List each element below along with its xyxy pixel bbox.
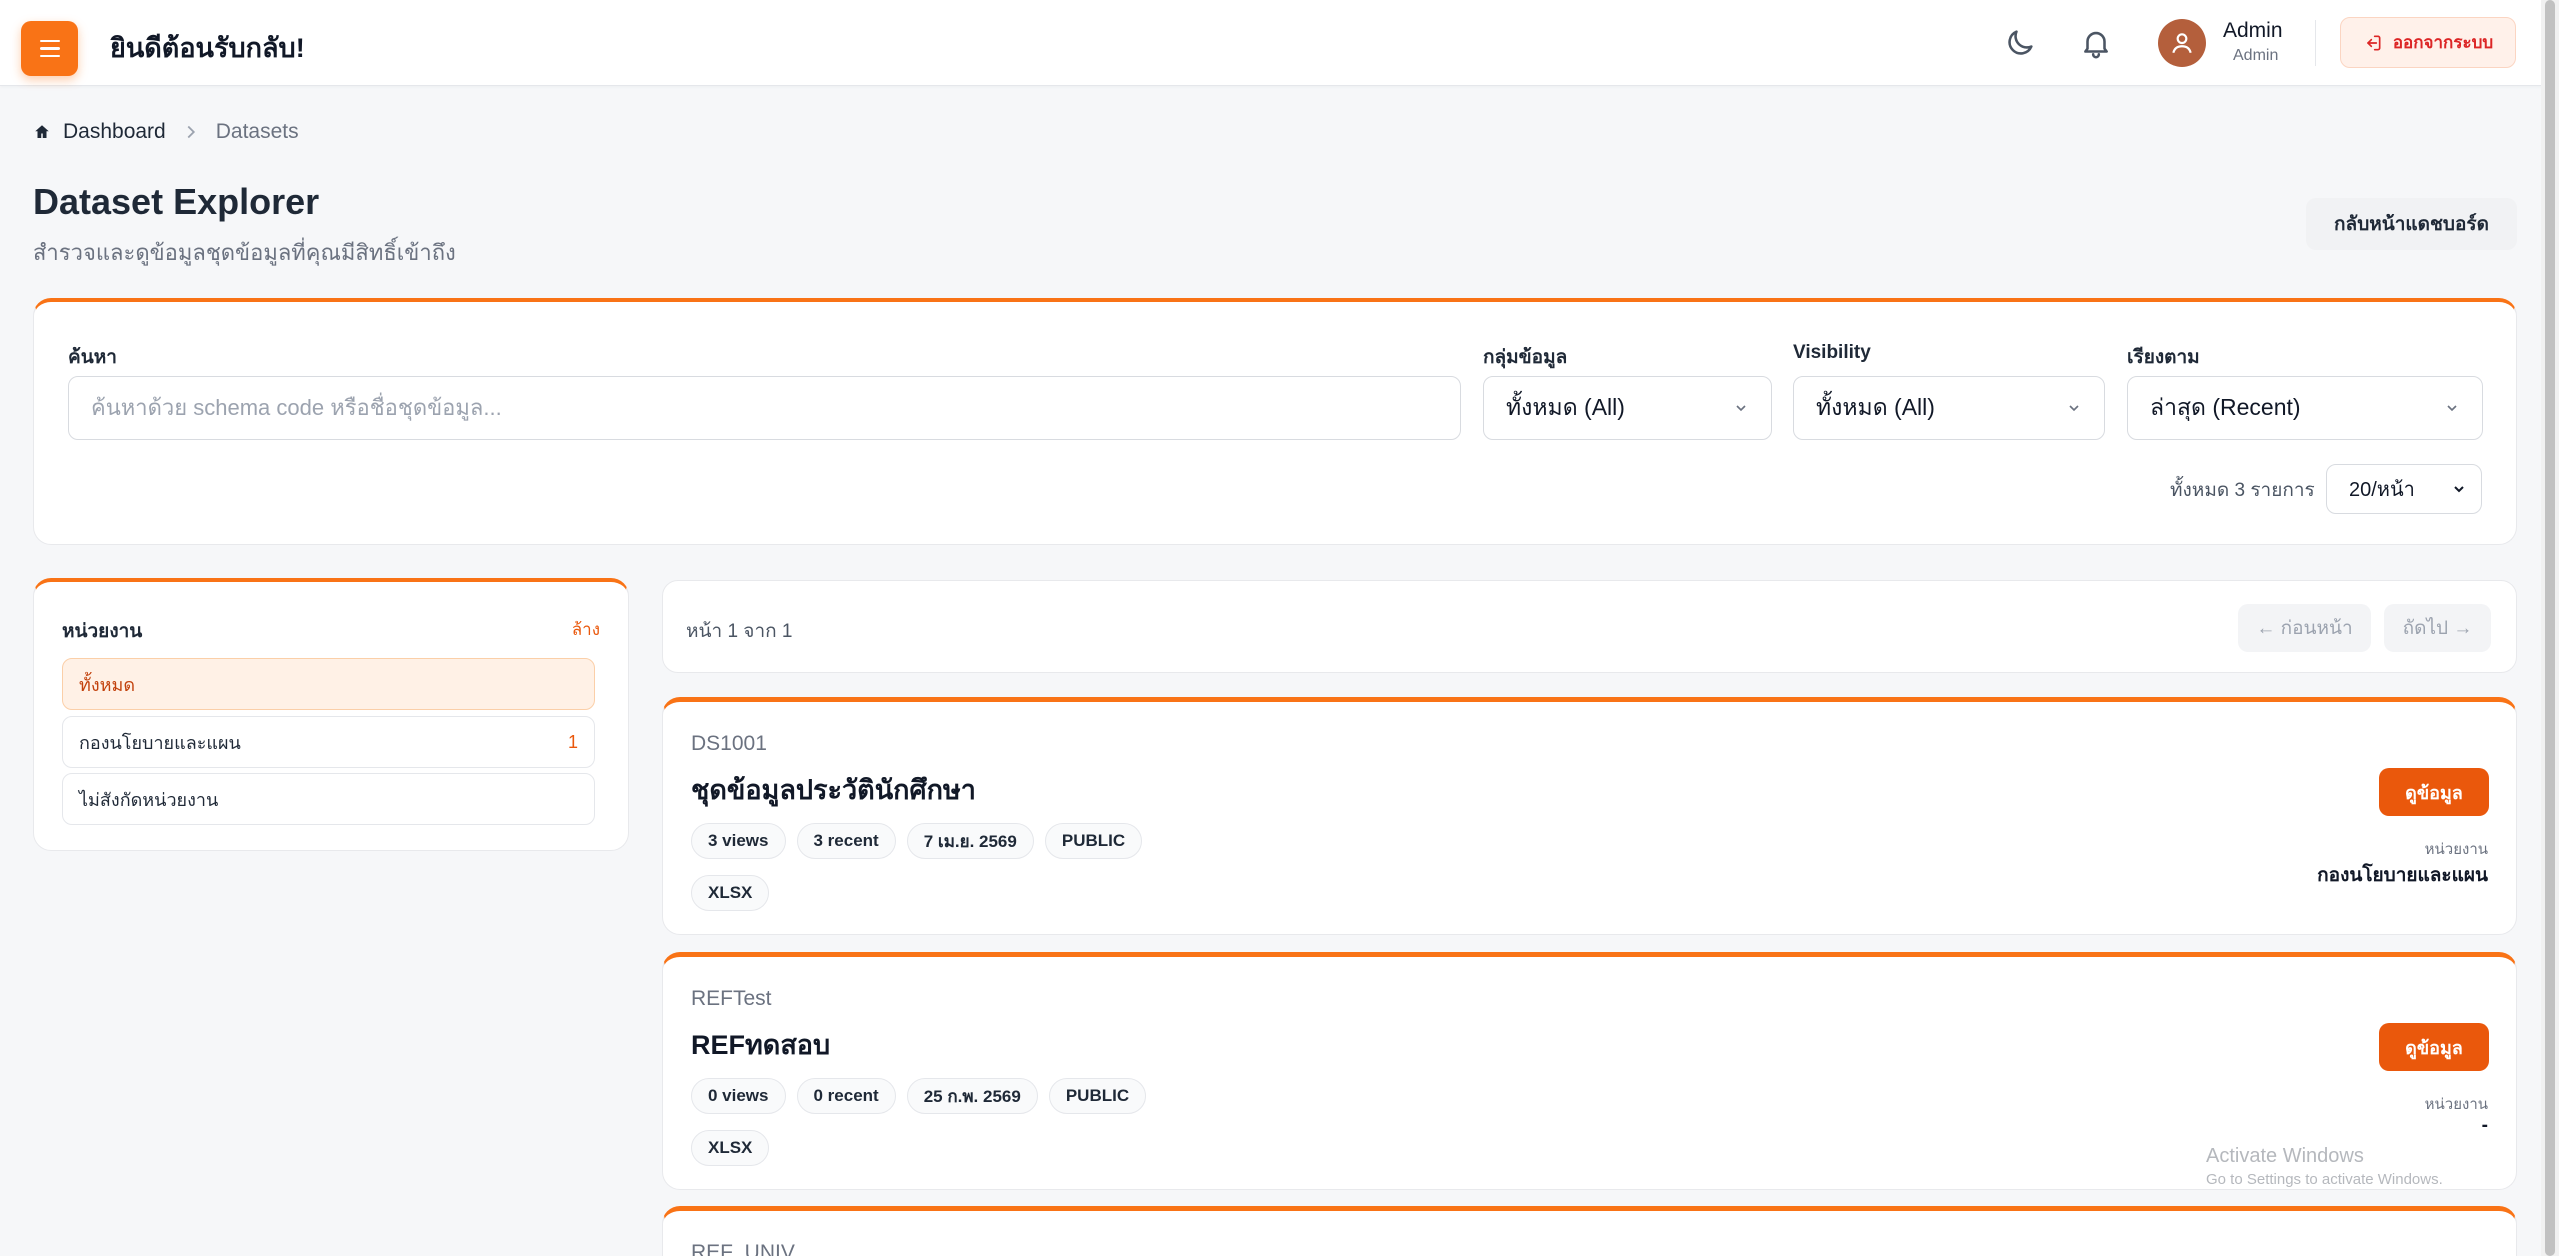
home-icon xyxy=(35,125,49,138)
activation-watermark-hint: Go to Settings to activate Windows. xyxy=(2206,1171,2443,1188)
prev-page-button[interactable]: ← ก่อนหน้า xyxy=(2238,604,2371,652)
dataset-stats: 3 views 3 recent 7 เม.ย. 2569 PUBLIC xyxy=(691,823,1143,859)
views-chip: 3 views xyxy=(691,823,786,859)
page-title: Dataset Explorer xyxy=(33,181,320,222)
chevron-down-icon xyxy=(2069,405,2079,412)
sidebar-item-label: ไม่สังกัดหน่วยงาน xyxy=(79,789,219,810)
dataset-stats: 0 views 0 recent 25 ก.พ. 2569 PUBLIC xyxy=(691,1078,1147,1114)
view-data-button[interactable]: ดูข้อมูล xyxy=(2379,1023,2489,1071)
dataset-name: ชุดข้อมูลประวัตินักศึกษา xyxy=(691,775,976,805)
sidebar-item-policy-planning[interactable]: กองนโยบายและแผน 1 xyxy=(62,716,595,768)
recent-chip: 0 recent xyxy=(796,1078,896,1114)
visibility-select[interactable]: ทั้งหมด (All) xyxy=(1793,376,2105,440)
unit-value: กองนโยบายและแผน xyxy=(2317,865,2488,886)
view-data-button[interactable]: ดูข้อมูล xyxy=(2379,768,2489,816)
hamburger-icon-line xyxy=(39,54,60,58)
chevron-down-icon xyxy=(2454,486,2464,493)
date-chip: 7 เม.ย. 2569 xyxy=(906,823,1034,859)
user-icon xyxy=(2172,33,2192,54)
logout-button[interactable]: ออกจากระบบ xyxy=(2340,17,2516,68)
clear-filter-link[interactable]: ล้าง xyxy=(572,616,600,643)
date-chip: 25 ก.พ. 2569 xyxy=(906,1078,1038,1114)
page-scrollbar-thumb[interactable] xyxy=(2545,0,2555,1256)
dataset-code: REFTest xyxy=(691,987,772,1010)
welcome-text: ยินดีต้อนรับกลับ! xyxy=(110,33,305,63)
group-filter-label: กลุ่มข้อมูล xyxy=(1483,347,1568,368)
visibility-chip: PUBLIC xyxy=(1044,823,1143,859)
chevron-right-icon xyxy=(187,125,195,139)
format-chip: XLSX xyxy=(691,875,770,911)
format-chip: XLSX xyxy=(691,1130,770,1166)
sidebar-item-label: กองนโยบายและแผน xyxy=(79,732,241,753)
chevron-down-icon xyxy=(2447,405,2457,412)
user-name: Admin xyxy=(2223,19,2283,42)
unit-label: หน่วยงาน xyxy=(2424,1096,2488,1113)
breadcrumb-home[interactable]: Dashboard xyxy=(33,120,166,144)
search-input[interactable] xyxy=(68,376,1461,440)
sort-select-value: ล่าสุด (Recent) xyxy=(2150,394,2301,420)
next-page-button[interactable]: ถัดไป → xyxy=(2384,604,2491,652)
visibility-chip: PUBLIC xyxy=(1048,1078,1147,1114)
user-role: Admin xyxy=(2233,47,2279,64)
sort-label: เรียงตาม xyxy=(2127,347,2200,368)
sidebar-item-all[interactable]: ทั้งหมด xyxy=(62,658,595,710)
back-to-dashboard-button[interactable]: กลับหน้าแดชบอร์ด xyxy=(2306,198,2517,250)
dataset-code: REF_UNIV xyxy=(691,1241,795,1256)
per-page-select[interactable]: 20/หน้า xyxy=(2326,464,2482,514)
avatar[interactable] xyxy=(2158,19,2206,67)
page-indicator: หน้า 1 จาก 1 xyxy=(686,621,793,642)
breadcrumb-home-label: Dashboard xyxy=(63,120,166,143)
breadcrumb: Dashboard Datasets xyxy=(33,120,299,144)
filter-card: ค้นหา กลุ่มข้อมูล ทั้งหมด (All) Visibili… xyxy=(33,298,2517,545)
chevron-down-icon xyxy=(1736,405,1746,412)
hamburger-icon-line xyxy=(39,47,60,50)
group-select-value: ทั้งหมด (All) xyxy=(1506,394,1625,420)
pagination-bar: หน้า 1 จาก 1 ← ก่อนหน้า ถัดไป → xyxy=(662,580,2517,673)
per-page-value: 20/หน้า xyxy=(2349,479,2415,501)
dataset-card: DS1001 ชุดข้อมูลประวัตินักศึกษา 3 views … xyxy=(662,697,2517,935)
recent-chip: 3 recent xyxy=(796,823,896,859)
breadcrumb-current: Datasets xyxy=(215,120,299,143)
dataset-card: REF_UNIV xyxy=(662,1206,2517,1256)
sidebar-item-label: ทั้งหมด xyxy=(79,674,136,695)
logout-label: ออกจากระบบ xyxy=(2392,33,2494,52)
activation-watermark: Activate Windows xyxy=(2206,1145,2364,1167)
total-count: ทั้งหมด 3 รายการ xyxy=(2170,480,2315,501)
menu-toggle-button[interactable] xyxy=(21,21,78,76)
group-select[interactable]: ทั้งหมด (All) xyxy=(1483,376,1772,440)
sidebar-item-count: 1 xyxy=(567,731,578,752)
visibility-filter-label: Visibility xyxy=(1793,342,1871,363)
moon-icon[interactable] xyxy=(2003,26,2037,60)
dataset-formats: XLSX xyxy=(691,1130,770,1166)
dataset-formats: XLSX xyxy=(691,875,770,911)
department-title: หน่วยงาน xyxy=(62,621,143,642)
unit-value: - xyxy=(2481,1115,2488,1136)
sidebar-item-unassigned[interactable]: ไม่สังกัดหน่วยงาน xyxy=(62,773,595,825)
department-filter-card: หน่วยงาน ล้าง ทั้งหมด กองนโยบายและแผน 1 … xyxy=(33,578,629,851)
page-subtitle: สำรวจและดูข้อมูลชุดข้อมูลที่คุณมีสิทธิ์เ… xyxy=(33,240,456,265)
sort-select[interactable]: ล่าสุด (Recent) xyxy=(2127,376,2483,440)
visibility-select-value: ทั้งหมด (All) xyxy=(1816,394,1935,420)
search-label: ค้นหา xyxy=(68,347,117,368)
unit-label: หน่วยงาน xyxy=(2424,841,2488,858)
hamburger-icon xyxy=(39,39,60,43)
dataset-code: DS1001 xyxy=(691,732,767,755)
views-chip: 0 views xyxy=(691,1078,786,1114)
header-divider xyxy=(2315,20,2316,66)
top-header: ยินดีต้อนรับกลับ! Admin Admin ออกจากระบบ xyxy=(0,0,2559,86)
bell-icon[interactable] xyxy=(2079,26,2113,60)
dataset-name: REFทดสอบ xyxy=(691,1030,831,1060)
logout-icon xyxy=(2366,35,2381,51)
